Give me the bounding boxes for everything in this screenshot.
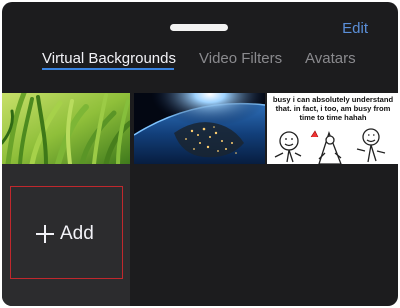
grass-image [2, 93, 130, 164]
plus-icon [36, 225, 54, 243]
edit-button[interactable]: Edit [342, 20, 368, 37]
background-thumbnail-meme[interactable]: busy i can absolutely understand that. i… [267, 93, 398, 164]
earth-night-image [134, 93, 265, 164]
add-label: Add [60, 223, 94, 244]
screen: Edit Virtual Backgrounds Video Filters A… [0, 0, 400, 308]
add-background-button[interactable]: Add [36, 220, 94, 248]
meme-image [274, 128, 386, 164]
tab-video-filters[interactable]: Video Filters [199, 50, 282, 67]
active-tab-indicator [42, 68, 174, 70]
sheet-grabber-handle[interactable] [170, 24, 228, 31]
tab-bar: Virtual Backgrounds Video Filters Avatar… [2, 48, 398, 74]
background-thumbnail-grass[interactable] [2, 93, 130, 164]
background-picker-sheet: Edit Virtual Backgrounds Video Filters A… [2, 2, 398, 306]
tab-avatars[interactable]: Avatars [305, 50, 356, 67]
background-thumbnail-earth[interactable] [134, 93, 265, 164]
tab-virtual-backgrounds[interactable]: Virtual Backgrounds [42, 50, 176, 67]
